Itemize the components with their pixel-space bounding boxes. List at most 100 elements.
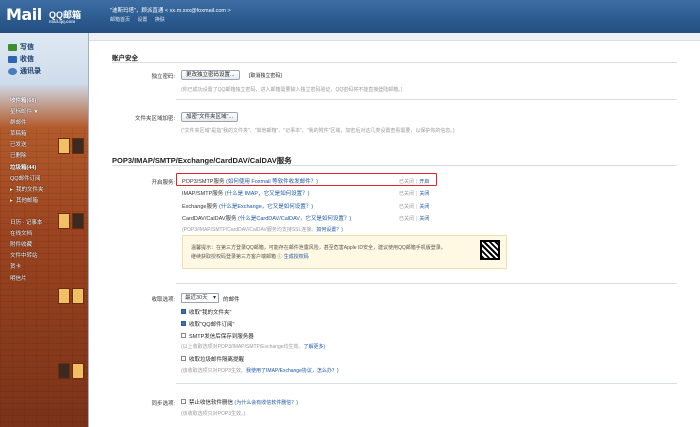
folder-deleted[interactable]: 已删除 xyxy=(10,151,44,162)
window-decoration xyxy=(72,363,84,379)
folder-subscriptions[interactable]: QQ邮件订阅 xyxy=(10,174,44,185)
window-decoration xyxy=(58,288,70,304)
folder-list: 收件箱(68) 星标邮件 ★ 群邮件 草稿箱 已发送 已删除 垃圾箱(44) Q… xyxy=(10,96,44,285)
receive-range-suffix: 的邮件 xyxy=(223,297,240,303)
folder-other-mailboxes-label: 其他邮箱 xyxy=(16,197,39,204)
option-spam-reminder[interactable]: 收取垃圾邮件隔离提醒 xyxy=(181,355,244,363)
folder-other-mailboxes[interactable]: ▸ 其他邮箱 xyxy=(10,196,44,207)
service-help-link[interactable]: (什么是 IMAP，它又是如何设置？) xyxy=(225,191,310,197)
nav-inbox[interactable]: 收信 xyxy=(8,53,41,65)
service-name: CardDAV/CalDAV服务 xyxy=(182,216,237,222)
window-decoration xyxy=(58,213,70,229)
folder-cards[interactable]: 贺卡 xyxy=(10,262,44,273)
receive-note-text: (以上收取选项对POP3/IMAP/SMTP/Exchange均生效。 xyxy=(181,344,304,350)
option-label: SMTP发信后保存到服务器 xyxy=(189,334,254,340)
service-name: Exchange服务 xyxy=(182,204,218,210)
checkbox-checked[interactable] xyxy=(181,309,186,315)
generate-auth-code-link[interactable]: 生成授权码 xyxy=(284,254,309,260)
folder-sent[interactable]: 已发送 xyxy=(10,140,44,151)
folder-inbox[interactable]: 收件箱(68) xyxy=(10,96,44,107)
folder-drafts[interactable]: 草稿箱 xyxy=(10,129,44,140)
independent-password-note: (你已成功设置了QQ邮箱独立密码，进入邮箱需要输入独立密码验证，QQ密码将不能直… xyxy=(181,87,403,93)
toggle-exchange-link[interactable]: 关闭 xyxy=(419,204,429,210)
receive-range-select[interactable]: 最近30天 xyxy=(181,293,219,303)
learn-more-link[interactable]: 了解更多) xyxy=(304,344,326,350)
tip-line-2: 继续获取授权码登录第三方客户端邮箱 ⓘ 生成授权码 xyxy=(191,253,309,260)
nav-contacts-label: 通讯录 xyxy=(20,68,41,75)
folder-calendar[interactable]: 日历 · 记事本 xyxy=(10,218,44,229)
enable-pop3-link[interactable]: 开启 xyxy=(419,179,429,185)
qr-code-icon xyxy=(480,240,500,260)
sidebar: 写信 收信 通讯录 收件箱(68) 星标邮件 ★ 群邮件 草稿箱 已发送 已删除… xyxy=(0,33,88,427)
toggle-imap-link[interactable]: 关闭 xyxy=(419,191,429,197)
imap-exchange-help-link[interactable]: 我使用了IMAP/Exchange协议，怎么办？) xyxy=(246,368,339,374)
spam-reminder-note: (该收取选项只对POP3生效。我使用了IMAP/Exchange协议，怎么办？) xyxy=(181,367,339,374)
divider xyxy=(112,62,677,63)
service-status-exchange: 已关闭 | 关闭 xyxy=(399,203,429,210)
folder-my-folders[interactable]: ▸ 我的文件夹 xyxy=(10,185,44,196)
service-row-imap: IMAP/SMTP服务 (什么是 IMAP，它又是如何设置？) xyxy=(182,189,309,197)
option-label: 收取"我的文件夹" xyxy=(189,310,232,316)
option-label: 收取"QQ邮件订阅" xyxy=(189,322,235,328)
option-prevent-delete[interactable]: 禁止收信软件删信 (为什么会有收信软件删信？) xyxy=(181,398,298,406)
window-decoration xyxy=(72,288,84,304)
option-receive-my-folders[interactable]: 收取"我的文件夹" xyxy=(181,308,231,316)
main-nav: 写信 收信 通讯录 xyxy=(8,41,41,77)
logo-domain-text: mail.qq.com xyxy=(49,19,76,24)
service-status-imap: 已关闭 | 关闭 xyxy=(399,190,429,197)
checkbox-unchecked[interactable] xyxy=(181,399,186,405)
nav-write[interactable]: 写信 xyxy=(8,41,41,53)
tip-line-1: 温馨提示：在第三方登录QQ邮箱，可能存在邮件泄露风险，甚至危害Apple ID安… xyxy=(191,245,446,251)
qq-mail-logo[interactable]: Mail QQ邮箱 mail.qq.com xyxy=(6,5,81,24)
separator: | xyxy=(416,216,418,222)
folder-online-docs[interactable]: 在线文档 xyxy=(10,229,44,240)
header-link-skin[interactable]: 换肤 xyxy=(155,17,165,23)
open-service-label: 开启服务: xyxy=(151,180,175,186)
user-account-info: "迪斯玛塔"，顾派直通 < xx.m.xxx@foxmail.com > xyxy=(110,8,231,14)
option-smtp-save[interactable]: SMTP发信后保存到服务器 xyxy=(181,332,254,340)
folder-postcards[interactable]: 明信片 xyxy=(10,274,44,285)
service-status-carddav: 已关闭 | 关闭 xyxy=(399,215,429,222)
checkbox-unchecked[interactable] xyxy=(181,356,186,362)
folder-file-transfer[interactable]: 文件中转站 xyxy=(10,251,44,262)
divider xyxy=(176,383,677,384)
ssl-note-text: (POP3/IMAP/SMTP/CardDAV/CalDAV服务均支持SSL连接… xyxy=(182,227,317,233)
checkbox-checked[interactable] xyxy=(181,321,186,327)
service-help-link[interactable]: (如何使用 Foxmail 等软件收发邮件？) xyxy=(226,179,318,185)
checkbox-unchecked[interactable] xyxy=(181,333,186,339)
cancel-independent-password-link[interactable]: [取消独立密码] xyxy=(249,72,282,79)
status-text: 已关闭 xyxy=(399,204,415,210)
folder-spam[interactable]: 垃圾箱(44) xyxy=(10,163,44,174)
service-row-carddav: CardDAV/CalDAV服务 (什么是CardDAV/CalDAV，它又是如… xyxy=(182,214,351,222)
why-delete-link[interactable]: (为什么会有收信软件删信？) xyxy=(235,400,298,406)
spam-note-text: (该收取选项只对POP3生效。 xyxy=(181,368,247,374)
change-independent-password-button[interactable]: 更改独立密码设置... xyxy=(181,70,240,80)
window-decoration xyxy=(72,138,84,154)
header-link-home[interactable]: 邮箱首页 xyxy=(110,17,130,23)
folder-starred[interactable]: 星标邮件 ★ xyxy=(10,107,44,118)
folder-group-mail[interactable]: 群邮件 xyxy=(10,118,44,129)
service-help-link[interactable]: (什么是CardDAV/CalDAV，它又是如何设置？) xyxy=(238,216,351,222)
nav-contacts[interactable]: 通讯录 xyxy=(8,65,41,77)
toggle-carddav-link[interactable]: 关闭 xyxy=(419,216,429,222)
sync-options-label: 同步选项: xyxy=(151,401,175,407)
separator: | xyxy=(416,179,418,185)
encrypt-folder-area-button[interactable]: 加密"文件夹区域"... xyxy=(181,112,238,122)
top-header: Mail QQ邮箱 mail.qq.com "迪斯玛塔"，顾派直通 < xx.m… xyxy=(0,0,700,33)
option-label: 禁止收信软件删信 xyxy=(189,400,234,406)
contacts-icon xyxy=(8,67,17,75)
status-text: 已关闭 xyxy=(399,216,415,222)
option-receive-subscriptions[interactable]: 收取"QQ邮件订阅" xyxy=(181,320,234,328)
window-decoration xyxy=(72,213,84,229)
service-help-link[interactable]: (什么是Exchange，它又是如何设置？) xyxy=(219,204,313,210)
divider xyxy=(176,99,677,100)
header-link-settings[interactable]: 设置 xyxy=(137,17,147,23)
folder-attachments[interactable]: 附件收藏 xyxy=(10,240,44,251)
service-name: POP3/SMTP服务 xyxy=(182,179,225,185)
folder-encrypt-note: ("文件夹区域"是指"我的文件夹"、"其他邮箱"、"记事本"、"我的附件"区域，… xyxy=(181,128,455,134)
tip-line-2-text: 继续获取授权码登录第三方客户端邮箱 ⓘ xyxy=(191,254,283,260)
window-decoration xyxy=(58,363,70,379)
ssl-howto-link[interactable]: 如何设置？) xyxy=(316,227,343,233)
receive-options-label: 收取选项: xyxy=(151,297,175,303)
folder-encrypt-label: 文件夹区域加密: xyxy=(134,116,175,122)
